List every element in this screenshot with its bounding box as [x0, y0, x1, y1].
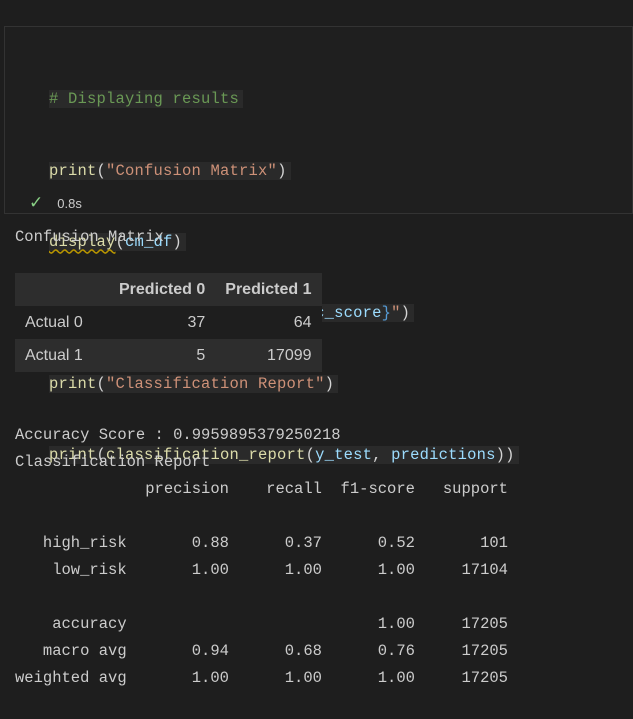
checkmark-icon: ✓: [29, 193, 44, 213]
table-header-cell: [15, 273, 109, 306]
report-line: macro avg 0.94 0.68 0.76 17205: [15, 642, 508, 660]
report-line: accuracy 1.00 17205: [15, 615, 508, 633]
table-header-cell: Predicted 1: [225, 280, 312, 298]
table-cell: 5: [196, 346, 206, 364]
table-row: Actual 0 37 64: [15, 306, 322, 339]
report-line: high_risk 0.88 0.37 0.52 101: [15, 534, 508, 552]
output-confusion-title: Confusion Matrix: [15, 228, 164, 246]
table-header-cell: Predicted 0: [119, 280, 206, 298]
report-line: weighted avg 1.00 1.00 1.00 17205: [15, 669, 508, 687]
code-line-1: # Displaying results: [49, 88, 519, 112]
report-line: [15, 584, 508, 611]
report-line: low_risk 1.00 1.00 1.00 17104: [15, 561, 508, 579]
report-line: [15, 503, 508, 530]
table-header-row: Predicted 0 Predicted 1: [15, 273, 322, 306]
accuracy-line: Accuracy Score : 0.9959895379250218: [15, 426, 341, 444]
table-cell: 37: [187, 313, 206, 331]
confusion-matrix-table: Predicted 0 Predicted 1 Actual 0 37 64 A…: [15, 273, 322, 372]
table-row: Actual 1 5 17099: [15, 339, 322, 372]
report-line: precision recall f1-score support: [15, 480, 508, 498]
table-cell: 17099: [267, 346, 312, 364]
execution-status: ✓ 0.8s: [29, 193, 82, 213]
row-header: Actual 1: [25, 346, 83, 364]
code-line-5: print("Classification Report"): [49, 373, 519, 397]
code-line-2: print("Confusion Matrix"): [49, 160, 519, 184]
execution-time: 0.8s: [57, 195, 82, 211]
report-title: Classification Report: [15, 453, 211, 471]
notebook-code-cell[interactable]: # Displaying results print("Confusion Ma…: [4, 26, 633, 464]
text-output: Accuracy Score : 0.9959895379250218 Class…: [15, 395, 508, 719]
row-header: Actual 0: [25, 313, 83, 331]
table-cell: 64: [293, 313, 312, 331]
